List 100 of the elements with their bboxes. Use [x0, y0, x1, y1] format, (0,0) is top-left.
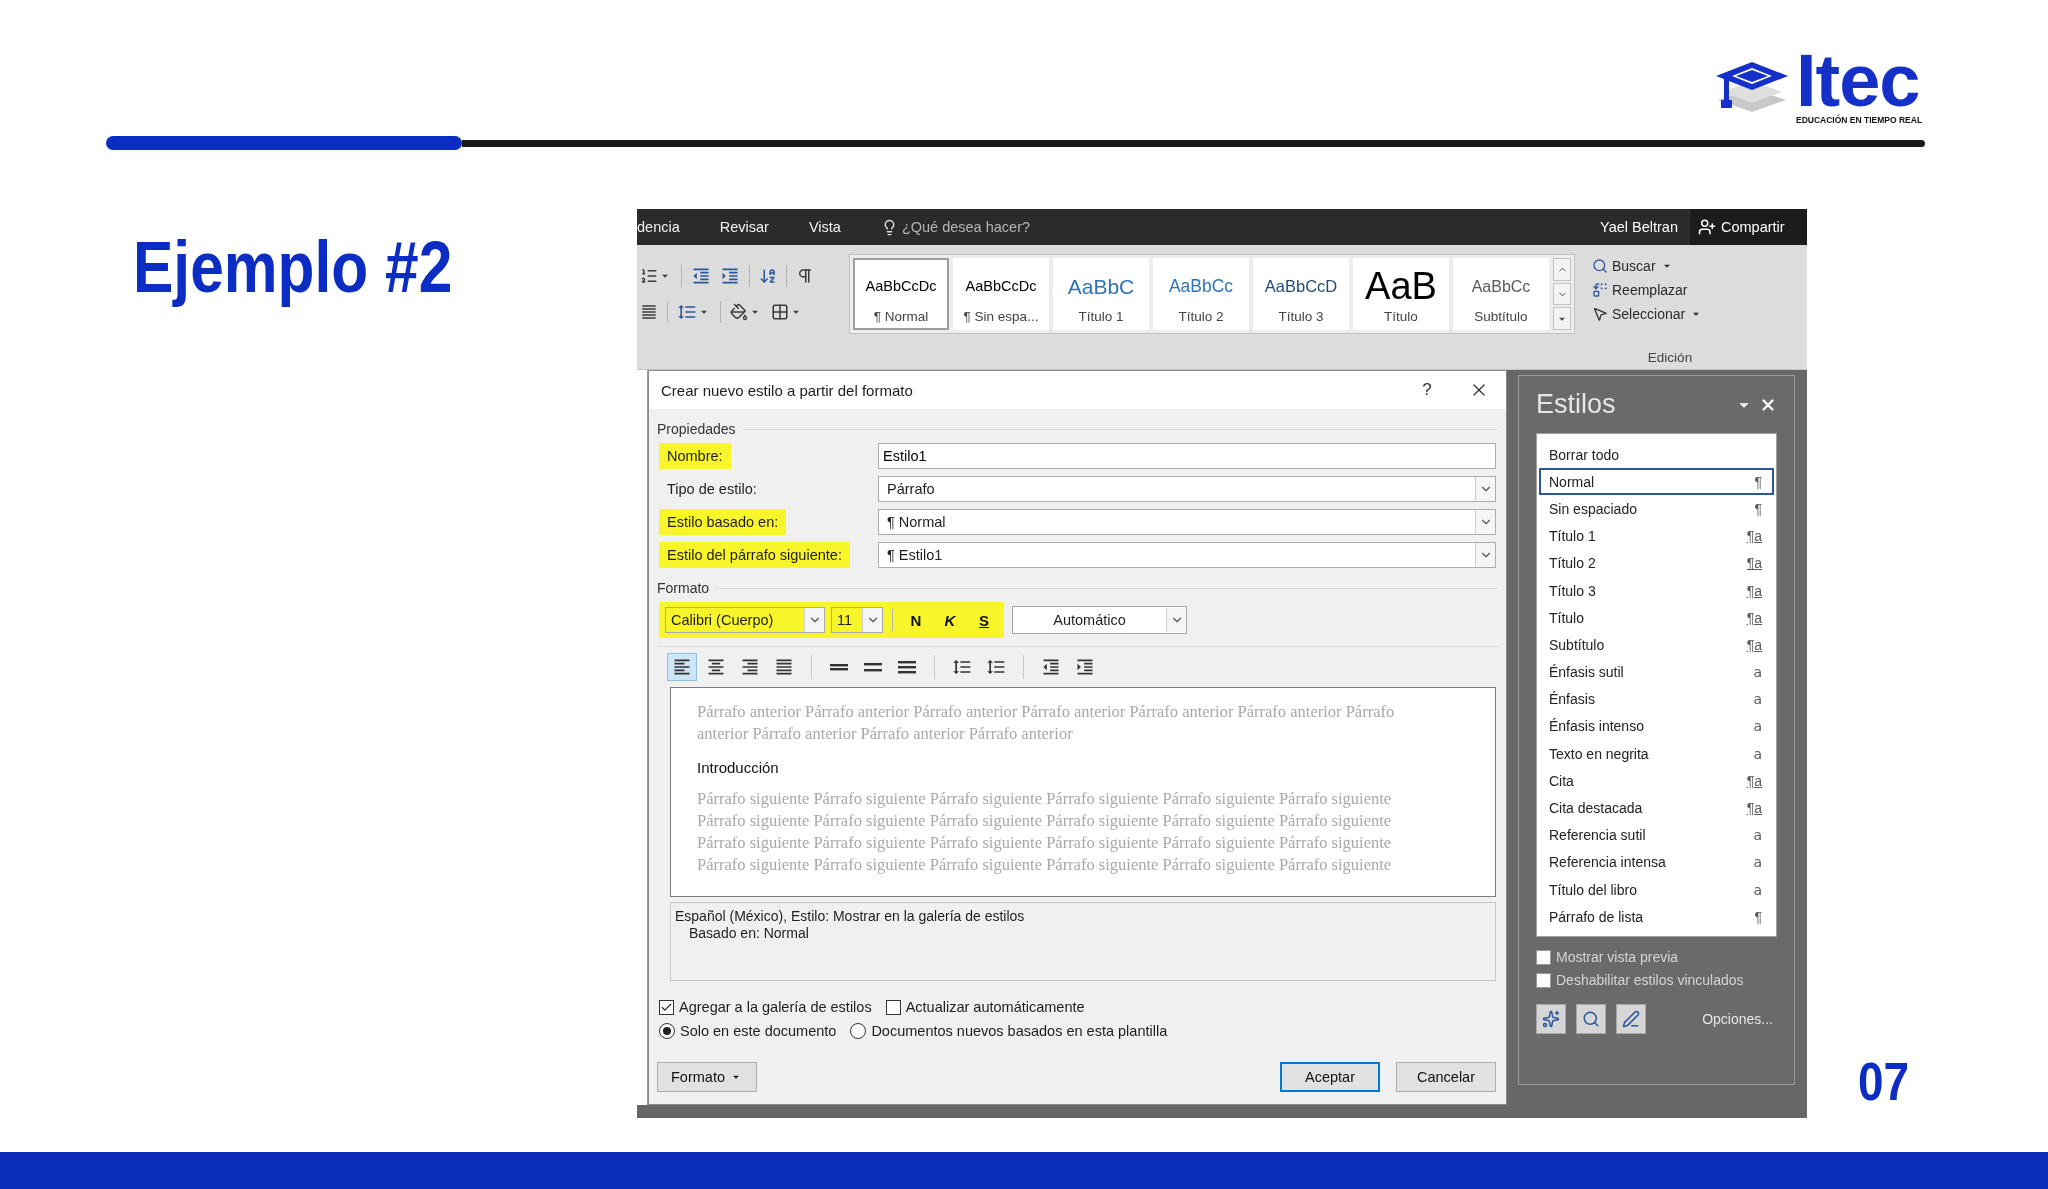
style-tile[interactable]: AaBbCc Subtítulo: [1453, 258, 1549, 330]
slide-title: Ejemplo #2: [133, 226, 453, 308]
checkbox-label: Agregar a la galería de estilos: [679, 999, 872, 1015]
style-item[interactable]: Énfasis intenso a: [1539, 712, 1774, 741]
editing-command[interactable]: Reemplazar: [1590, 278, 1690, 302]
style-item[interactable]: Cita destacada ¶a: [1539, 794, 1774, 822]
style-type-marker: a: [1753, 745, 1762, 762]
style-item[interactable]: Subtítulo ¶a: [1539, 631, 1774, 659]
style-sample: AaBbC: [1067, 273, 1135, 300]
inspector-button[interactable]: [1576, 1004, 1606, 1035]
style-item[interactable]: Énfasis a: [1539, 685, 1774, 713]
style-tile[interactable]: AaBbCcD Título 3: [1253, 258, 1349, 330]
style-type-marker: a: [1753, 664, 1762, 681]
style-sample: AaBbCc: [1168, 274, 1234, 298]
sample-text: Introducción: [697, 759, 780, 776]
style-name: Título 1: [1078, 309, 1124, 324]
style-sample: AaBbCcD: [1264, 276, 1338, 298]
description-line: Español (México), Estilo: Mostrar en la galería de estilos: [675, 908, 1026, 924]
style-item[interactable]: Texto en negrita a: [1539, 740, 1774, 768]
field-label: Estilo del párrafo siguiente:: [659, 542, 850, 568]
page-number: 07: [1858, 1050, 1910, 1112]
style-sample: AaBbCcDc: [965, 276, 1037, 296]
editing-command[interactable]: Seleccionar: [1590, 302, 1706, 326]
dropdown-field[interactable]: Párrafo: [878, 476, 1496, 502]
style-item[interactable]: Énfasis sutil a: [1539, 658, 1774, 686]
help-button[interactable]: ?: [1412, 379, 1442, 401]
input-field[interactable]: Estilo1: [878, 443, 1496, 469]
dialog-title: Crear nuevo estilo a partir del formato: [661, 381, 914, 399]
style-type-marker: a: [1753, 854, 1762, 871]
toolbar-button[interactable]: [667, 653, 697, 681]
style-item[interactable]: Párrafo de lista ¶: [1539, 903, 1774, 931]
style-name: Título 3: [1278, 309, 1324, 324]
ribbon-tab[interactable]: Vista: [808, 219, 881, 235]
style-tile[interactable]: AaBbCc Título 2: [1153, 258, 1249, 330]
cursor-icon: [1592, 306, 1608, 322]
style-name: ¶ Sin espa...: [963, 309, 1039, 324]
logo-tagline: EDUCACIÓN EN TIEMPO REAL: [1796, 114, 1923, 125]
format-button[interactable]: Formato: [657, 1062, 757, 1092]
ribbon-tab[interactable]: dencia: [637, 219, 720, 235]
style-item[interactable]: Normal ¶: [1539, 468, 1774, 496]
options-link[interactable]: Opciones...: [1702, 1011, 1773, 1028]
radio-button[interactable]: [659, 1023, 675, 1039]
dialog-button[interactable]: Aceptar: [1280, 1062, 1380, 1092]
style-tile[interactable]: AaBbCcDc ¶ Normal: [853, 258, 949, 330]
dropdown-field[interactable]: ¶ Normal: [878, 509, 1496, 535]
style-tile[interactable]: AaBbC Título 1: [1053, 258, 1149, 330]
style-item[interactable]: Título 3 ¶a: [1539, 576, 1774, 605]
style-item[interactable]: Título 1 ¶a: [1539, 522, 1774, 550]
font-style-button[interactable]: S: [970, 607, 998, 633]
sparkle-icon: [1542, 1010, 1560, 1029]
new-style-button[interactable]: [1536, 1004, 1566, 1035]
style-tile[interactable]: AaBbCcDc ¶ Sin espa...: [953, 258, 1049, 330]
style-item[interactable]: Borrar todo: [1539, 441, 1774, 469]
size-dropdown[interactable]: 11: [831, 607, 883, 633]
style-sample: AaBbCcDc: [865, 276, 937, 296]
font-style-button[interactable]: N: [902, 607, 930, 633]
color-dropdown[interactable]: Automático: [1012, 606, 1187, 634]
style-type-marker: ¶a: [1746, 800, 1762, 817]
increase-indent-icon: [1075, 657, 1095, 677]
style-item[interactable]: Referencia sutil a: [1539, 821, 1774, 849]
checkbox[interactable]: [659, 999, 674, 1015]
align-center-icon: [706, 657, 726, 677]
style-type-marker: ¶a: [1746, 555, 1762, 572]
ribbon-tab[interactable]: Revisar: [719, 219, 809, 235]
dropdown-field[interactable]: ¶ Estilo1: [878, 542, 1496, 568]
style-item[interactable]: Referencia intensa a: [1539, 848, 1774, 876]
style-item[interactable]: Título ¶a: [1539, 604, 1774, 632]
style-name: Subtítulo: [1474, 309, 1528, 324]
style-type-marker: ¶: [1754, 500, 1762, 517]
share-button[interactable]: Compartir: [1690, 209, 1807, 245]
style-type-marker: ¶a: [1746, 528, 1762, 545]
tell-me-field[interactable]: ¿Qué desea hacer?: [897, 219, 1068, 235]
radio-button[interactable]: [850, 1023, 867, 1039]
checkbox[interactable]: [1536, 949, 1551, 965]
style-item[interactable]: Título 2 ¶a: [1539, 549, 1774, 577]
style-item[interactable]: Sin espaciado ¶: [1539, 495, 1774, 523]
style-item[interactable]: Cita ¶a: [1539, 767, 1774, 795]
dialog-button[interactable]: Cancelar: [1396, 1062, 1496, 1092]
list-icon: [640, 267, 658, 285]
font-dropdown[interactable]: Calibri (Cuerpo): [665, 607, 825, 633]
previous-paragraph: Párrafo anterior Párrafo anterior Párrafo anterior Párrafo anterior Párrafo anterior Párrafo anterior Párrafo anterior Párrafo anterior Párrafo anterior Párrafo anterior: [697, 701, 1396, 745]
person-icon: [1698, 218, 1716, 236]
style-type-marker: ¶a: [1746, 582, 1762, 599]
checkbox[interactable]: [885, 999, 901, 1015]
style-type-marker: ¶: [1754, 908, 1762, 925]
checkbox[interactable]: [1536, 972, 1551, 988]
user-name[interactable]: Yael Beltran: [1600, 219, 1690, 235]
group-label: Edición: [1647, 350, 1693, 365]
style-sample: AaB: [1365, 264, 1437, 309]
checkbox-label: Actualizar automáticamente: [905, 999, 1085, 1015]
style-item[interactable]: Título del libro a: [1539, 876, 1774, 904]
style-type-marker: ¶a: [1746, 609, 1762, 626]
font-style-button[interactable]: K: [936, 607, 964, 633]
line-spacing-icon: [898, 660, 916, 674]
description-line: Basado en: Normal: [688, 925, 810, 941]
decrease-indent-icon: [1041, 657, 1061, 677]
editing-command[interactable]: Buscar: [1590, 254, 1676, 278]
manage-styles-button[interactable]: [1616, 1004, 1646, 1035]
style-tile[interactable]: AaB Título: [1353, 258, 1449, 330]
section-heading: Propiedades: [657, 421, 736, 437]
